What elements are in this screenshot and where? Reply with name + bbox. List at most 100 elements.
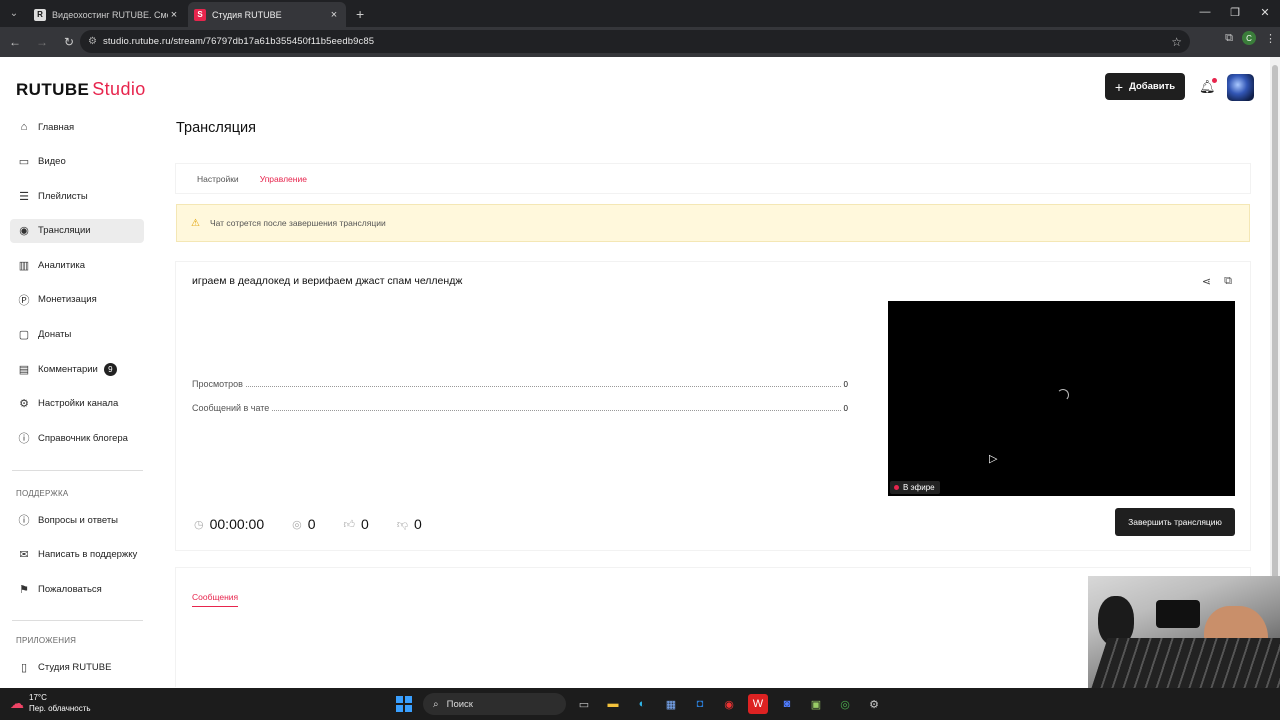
tab-messages[interactable]: Сообщения: [192, 592, 239, 607]
reload-icon[interactable]: ↻: [57, 35, 81, 49]
stream-metrics: ◷ 00:00:00 ◎ 0 👍︎ 0 👎︎ 0: [194, 516, 450, 532]
minimize-icon[interactable]: —: [1190, 6, 1220, 19]
rutube-studio-logo[interactable]: RUTUBE Studio: [16, 79, 146, 100]
sidebar-item-label: Пожаловаться: [38, 583, 102, 595]
sidebar-item-blogger-guide[interactable]: ⓘ Справочник блогера: [10, 426, 144, 450]
warning-text: Чат сотрется после завершения трансляции: [209, 218, 386, 228]
stream-tabs: Настройки Управление: [176, 164, 1250, 193]
flag-icon: ⚑: [19, 583, 29, 596]
profile-avatar[interactable]: C: [1242, 31, 1256, 45]
share-icon[interactable]: ⋖: [1202, 275, 1211, 288]
studio-page: RUTUBE Studio ⌂ Главная ▭ Видео ☰ Плейли…: [0, 57, 1270, 687]
sidebar-item-home[interactable]: ⌂ Главная: [10, 115, 144, 139]
sidebar-item-contact-support[interactable]: ✉ Написать в поддержку: [10, 543, 144, 567]
maximize-icon[interactable]: ❐: [1220, 6, 1250, 19]
clock-icon: ◷: [194, 518, 204, 531]
app-icon: ▯: [20, 661, 28, 674]
add-button-label: Добавить: [1129, 81, 1176, 92]
sidebar-item-channel-settings[interactable]: ⚙ Настройки канала: [10, 392, 144, 416]
weather-condition: Пер. облачность: [29, 704, 91, 713]
sidebar-nav: ⌂ Главная ▭ Видео ☰ Плейлисты ◉ Трансляц…: [10, 115, 144, 461]
weather-widget[interactable]: ☁ 17°C Пер. облачность: [10, 692, 91, 714]
open-external-icon[interactable]: ⧉: [1224, 275, 1232, 288]
sidebar-item-label: Студия RUTUBE: [38, 661, 112, 673]
stream-preview-player[interactable]: ▷ В эфире: [888, 301, 1235, 496]
video-icon: ▭: [18, 156, 30, 169]
sidebar-item-label: Плейлисты: [38, 190, 88, 202]
browser-tab-rutube[interactable]: R Видеохостинг RUTUBE. Смотр ×: [28, 2, 186, 27]
tab-settings[interactable]: Настройки: [197, 174, 239, 184]
taskbar-search[interactable]: ⌕ Поиск: [423, 693, 566, 715]
warning-icon: ⚠: [191, 217, 200, 229]
support-heading: ПОДДЕРЖКА: [16, 489, 69, 498]
back-icon[interactable]: ←: [3, 35, 27, 49]
chrome-icon[interactable]: ◎: [835, 694, 855, 714]
file-explorer-icon[interactable]: ▬: [603, 694, 623, 714]
close-tab-icon[interactable]: ×: [328, 9, 340, 21]
live-badge: В эфире: [890, 481, 940, 494]
studio-favicon-icon: S: [194, 8, 206, 21]
browser-tab-studio[interactable]: S Студия RUTUBE ×: [188, 2, 346, 27]
sidebar-item-donates[interactable]: ▢ Донаты: [10, 323, 144, 347]
sidebar-item-comments[interactable]: ▤ Комментарии 9: [10, 357, 144, 381]
sidebar-item-label: Донаты: [38, 329, 72, 341]
app-green-icon[interactable]: ▣: [806, 694, 826, 714]
notifications-bell-icon[interactable]: 🔔︎: [1199, 78, 1217, 95]
sidebar-item-label: Справочник блогера: [38, 432, 128, 444]
edge-icon[interactable]: ◐: [632, 694, 652, 714]
broadcast-icon: ◉: [19, 225, 29, 238]
sidebar-item-label: Настройки канала: [38, 398, 119, 410]
wps-icon[interactable]: W: [748, 694, 768, 714]
monetization-icon: Ⓟ: [18, 294, 30, 307]
menu-kebab-icon[interactable]: ⋮: [1265, 32, 1276, 45]
rutube-favicon-icon: R: [34, 8, 46, 21]
webcam-device: [1156, 600, 1200, 628]
stat-leader-dots: [272, 410, 841, 411]
stat-leader-dots: [245, 386, 841, 387]
user-avatar[interactable]: [1227, 74, 1254, 101]
tab-management[interactable]: Управление: [260, 174, 307, 184]
sidebar-item-video[interactable]: ▭ Видео: [10, 150, 144, 174]
close-tab-icon[interactable]: ×: [168, 9, 180, 21]
site-info-icon[interactable]: ⚙: [88, 36, 97, 47]
stream-card-actions: ⋖ ⧉: [1202, 275, 1232, 288]
extensions-icon[interactable]: ⧉: [1225, 32, 1233, 45]
address-bar[interactable]: ⚙ studio.rutube.ru/stream/76797db17a61b3…: [80, 30, 1190, 53]
scrollbar-thumb[interactable]: [1272, 65, 1278, 665]
windows-start-icon[interactable]: [396, 696, 412, 712]
sidebar-item-report[interactable]: ⚑ Пожаловаться: [10, 577, 144, 601]
duration-value: 00:00:00: [209, 516, 265, 532]
url-text: studio.rutube.ru/stream/76797db17a61b355…: [102, 36, 375, 47]
live-label: В эфире: [903, 483, 935, 492]
store-icon[interactable]: ▦: [661, 694, 681, 714]
temperature: 17°C: [29, 693, 47, 702]
info-icon: ⓘ: [18, 433, 30, 446]
tab-title: Студия RUTUBE: [212, 9, 282, 20]
gear-icon: ⚙: [19, 398, 29, 411]
outlook-icon[interactable]: ◘: [690, 694, 710, 714]
sidebar-item-label: Монетизация: [38, 294, 97, 306]
sidebar-item-studio-app[interactable]: ▯ Студия RUTUBE: [10, 655, 144, 679]
settings-app-icon[interactable]: ⚙: [864, 694, 884, 714]
tab-title: Видеохостинг RUTUBE. Смотр: [52, 9, 168, 20]
recorder-icon[interactable]: ◉: [719, 694, 739, 714]
add-button[interactable]: + Добавить: [1105, 73, 1185, 100]
end-stream-button[interactable]: Завершить трансляцию: [1115, 508, 1235, 536]
sidebar-item-monetization[interactable]: Ⓟ Монетизация: [10, 288, 144, 312]
new-tab-icon[interactable]: +: [356, 6, 364, 22]
bookmark-star-icon[interactable]: ☆: [1171, 35, 1182, 49]
logo-sub-text: Studio: [92, 79, 146, 99]
close-window-icon[interactable]: ✕: [1250, 6, 1280, 19]
sidebar-item-label: Написать в поддержку: [38, 549, 138, 561]
comment-icon: ▤: [18, 363, 30, 376]
forward-icon[interactable]: →: [30, 35, 54, 49]
tab-search-icon[interactable]: ⌄: [4, 3, 24, 23]
app-blue-icon[interactable]: ◙: [777, 694, 797, 714]
donate-icon: ▢: [18, 329, 30, 342]
sidebar-item-broadcasts[interactable]: ◉ Трансляции: [10, 218, 144, 243]
home-icon: ⌂: [20, 121, 28, 133]
sidebar-item-playlists[interactable]: ☰ Плейлисты: [10, 184, 144, 208]
task-view-icon[interactable]: ▭: [574, 694, 594, 714]
sidebar-item-analytics[interactable]: ▥ Аналитика: [10, 253, 144, 277]
sidebar-item-faq[interactable]: ⓘ Вопросы и ответы: [10, 508, 144, 532]
